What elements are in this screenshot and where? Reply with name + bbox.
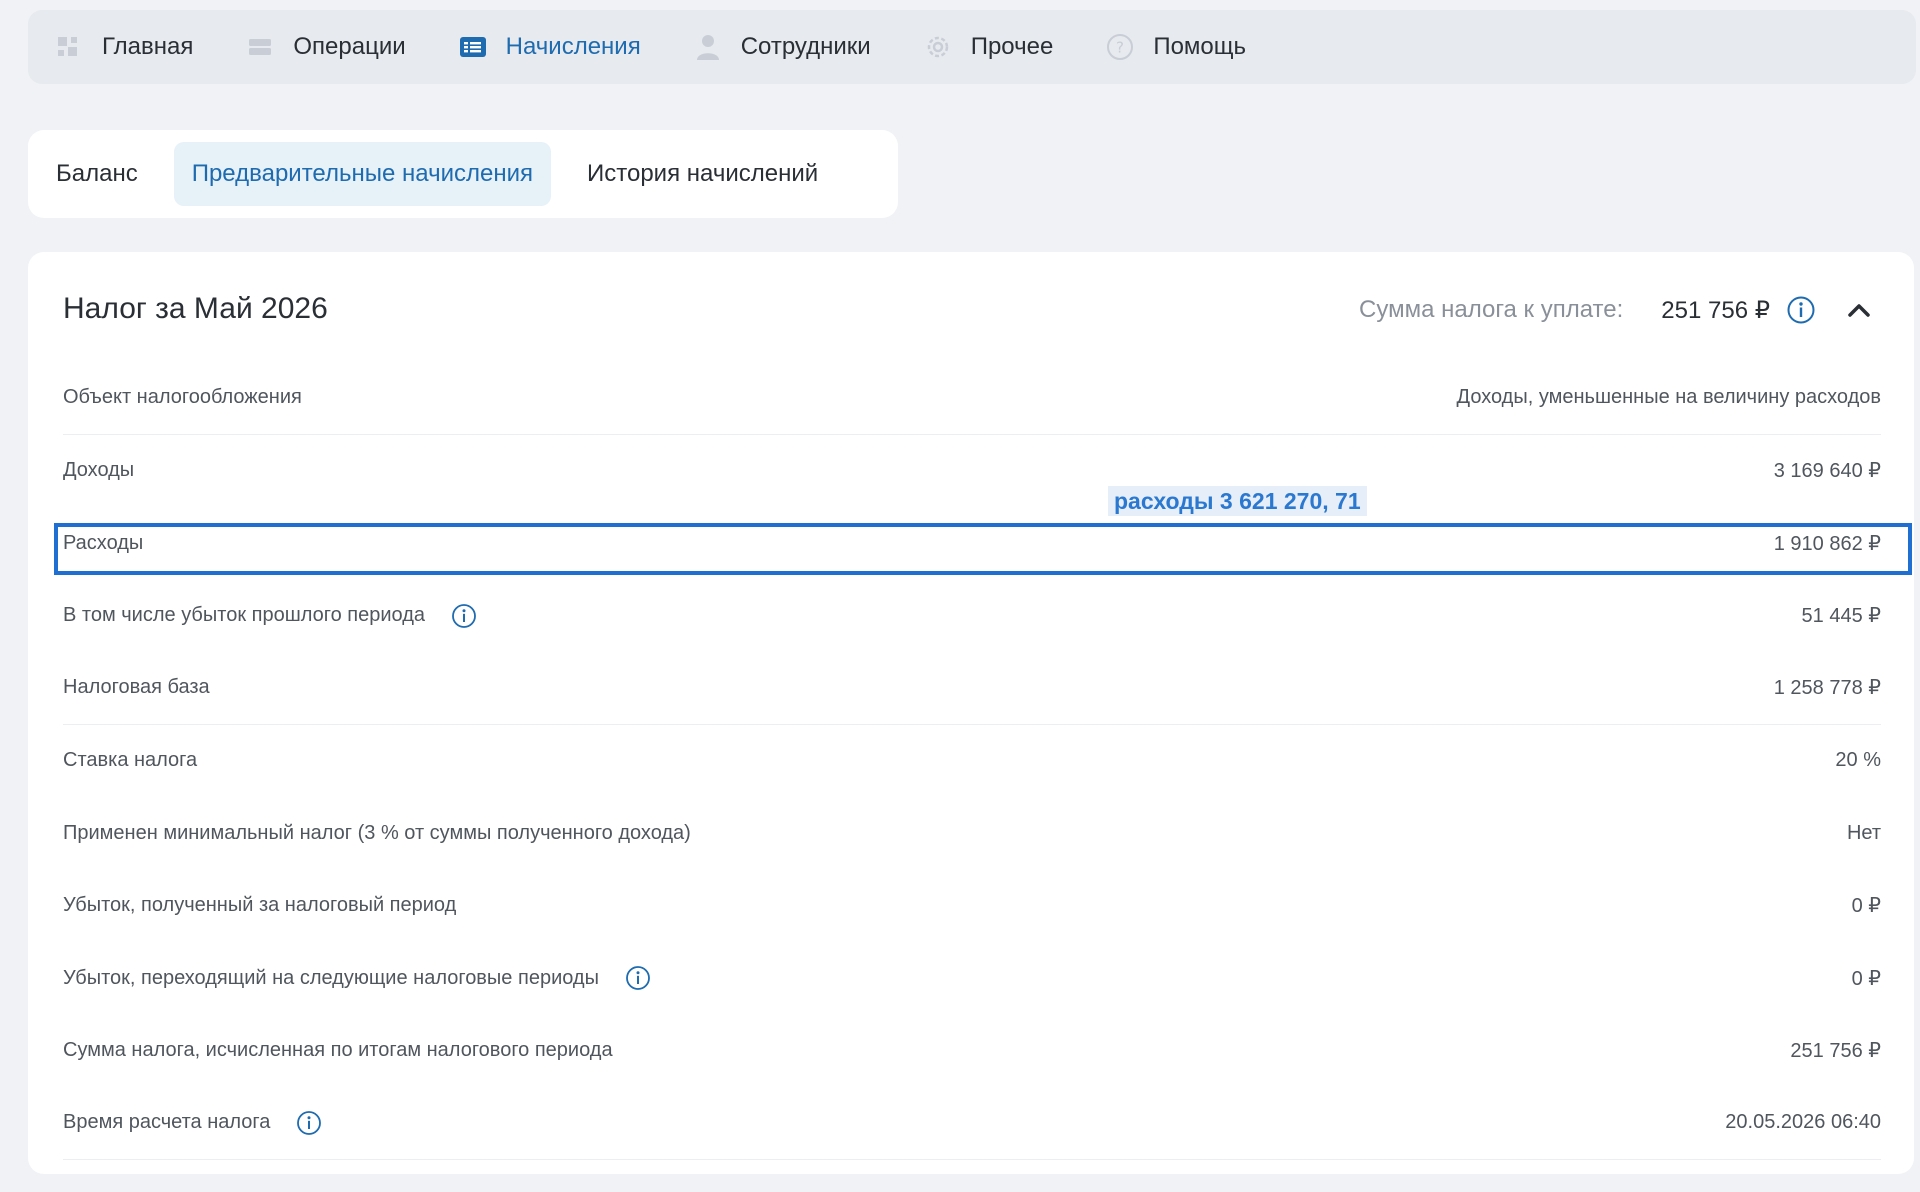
nav-item-label: Операции	[293, 33, 406, 60]
nav-item-home[interactable]: Главная	[54, 10, 193, 84]
tab-balance[interactable]: Баланс	[38, 142, 156, 206]
row-tax-rate: Ставка налога 20 %	[63, 725, 1881, 798]
chevron-up-icon[interactable]	[1844, 295, 1874, 325]
tax-summary-label: Сумма налога к уплате:	[1359, 296, 1624, 323]
tax-card-header: Налог за Май 2026 Сумма налога к уплате:…	[28, 252, 1914, 362]
row-minimum-tax: Применен минимальный налог (3 % от суммы…	[63, 797, 1881, 870]
row-tax-base: Налоговая база 1 258 778 ₽	[63, 652, 1881, 725]
gear-icon	[923, 32, 953, 62]
row-label: Время расчета налога	[63, 1111, 271, 1134]
row-label: Налоговая база	[63, 676, 210, 699]
nav-item-label: Сотрудники	[740, 33, 871, 60]
nav-item-label: Главная	[102, 33, 194, 60]
row-income: Доходы 3 169 640 ₽	[63, 435, 1881, 508]
row-label: Применен минимальный налог (3 % от суммы…	[63, 821, 691, 844]
row-value: 51 445 ₽	[1801, 605, 1881, 628]
tab-preliminary-accruals[interactable]: Предварительные начисления	[173, 142, 551, 206]
tax-card: Налог за Май 2026 Сумма налога к уплате:…	[28, 252, 1914, 1174]
help-icon: ?	[1105, 32, 1135, 62]
nav-item-operations[interactable]: Операции	[245, 10, 406, 84]
row-value: 20.05.2026 06:40	[1725, 1111, 1881, 1134]
list-icon	[245, 32, 275, 62]
nav-item-label: Помощь	[1153, 33, 1247, 60]
row-label: Убыток, полученный за налоговый период	[63, 894, 457, 917]
tax-summary-value: 251 756 ₽	[1661, 296, 1770, 324]
tax-summary: Сумма налога к уплате: 251 756 ₽	[1359, 290, 1874, 330]
row-value: 0 ₽	[1851, 967, 1881, 990]
row-label-wrap: Время расчета налога	[63, 1110, 322, 1136]
row-calculation-time: Время расчета налога 20.05.2026 06:40	[63, 1087, 1881, 1160]
tax-details-list: Объект налогообложения Доходы, уменьшенн…	[63, 362, 1881, 1160]
row-value: Нет	[1846, 821, 1881, 844]
row-value: 20 %	[1835, 749, 1881, 772]
info-icon[interactable]	[625, 965, 651, 991]
row-value: 1 258 778 ₽	[1773, 677, 1881, 700]
tab-accrual-history[interactable]: История начислений	[569, 142, 836, 206]
row-label: Объект налогообложения	[63, 386, 302, 409]
accruals-icon	[458, 32, 488, 62]
nav-item-help[interactable]: ? Помощь	[1105, 10, 1246, 84]
info-icon[interactable]	[1786, 295, 1816, 325]
row-value: 251 756 ₽	[1790, 1040, 1881, 1063]
highlight-box	[54, 523, 1912, 575]
row-value: 0 ₽	[1851, 895, 1881, 918]
row-label: Сумма налога, исчисленная по итогам нало…	[63, 1039, 613, 1062]
row-carried-loss: Убыток, переходящий на следующие налогов…	[63, 942, 1881, 1015]
nav-item-label: Прочее	[970, 33, 1054, 60]
row-label: Ставка налога	[63, 749, 198, 772]
row-label-wrap: Убыток, переходящий на следующие налогов…	[63, 965, 651, 991]
row-label: Убыток, переходящий на следующие налогов…	[63, 966, 599, 989]
row-calculated-tax: Сумма налога, исчисленная по итогам нало…	[63, 1015, 1881, 1088]
grid-icon	[54, 32, 84, 62]
row-period-loss: Убыток, полученный за налоговый период 0…	[63, 870, 1881, 943]
row-tax-object: Объект налогообложения Доходы, уменьшенн…	[63, 362, 1881, 435]
row-value: Доходы, уменьшенные на величину расходов	[1456, 386, 1881, 409]
nav-item-employees[interactable]: Сотрудники	[693, 10, 871, 84]
person-icon	[693, 32, 723, 62]
row-label: В том числе убыток прошлого периода	[63, 604, 426, 627]
row-label: Доходы	[63, 459, 135, 482]
tax-card-title: Налог за Май 2026	[63, 292, 328, 325]
nav-item-accruals[interactable]: Начисления	[458, 10, 641, 84]
tab-bar: Баланс Предварительные начисления Истори…	[28, 130, 898, 218]
row-label-wrap: В том числе убыток прошлого периода	[63, 603, 477, 629]
nav-item-other[interactable]: Прочее	[923, 10, 1054, 84]
nav-item-label: Начисления	[505, 33, 641, 60]
svg-text:?: ?	[1116, 39, 1124, 57]
row-value: 3 169 640 ₽	[1773, 460, 1881, 483]
row-previous-loss: В том числе убыток прошлого периода 51 4…	[63, 580, 1881, 653]
top-navigation: Главная Операции Начисления Сотрудники П…	[28, 10, 1916, 84]
info-icon[interactable]	[296, 1110, 322, 1136]
annotation-note: расходы 3 621 270, 71	[1108, 486, 1367, 516]
info-icon[interactable]	[451, 603, 477, 629]
